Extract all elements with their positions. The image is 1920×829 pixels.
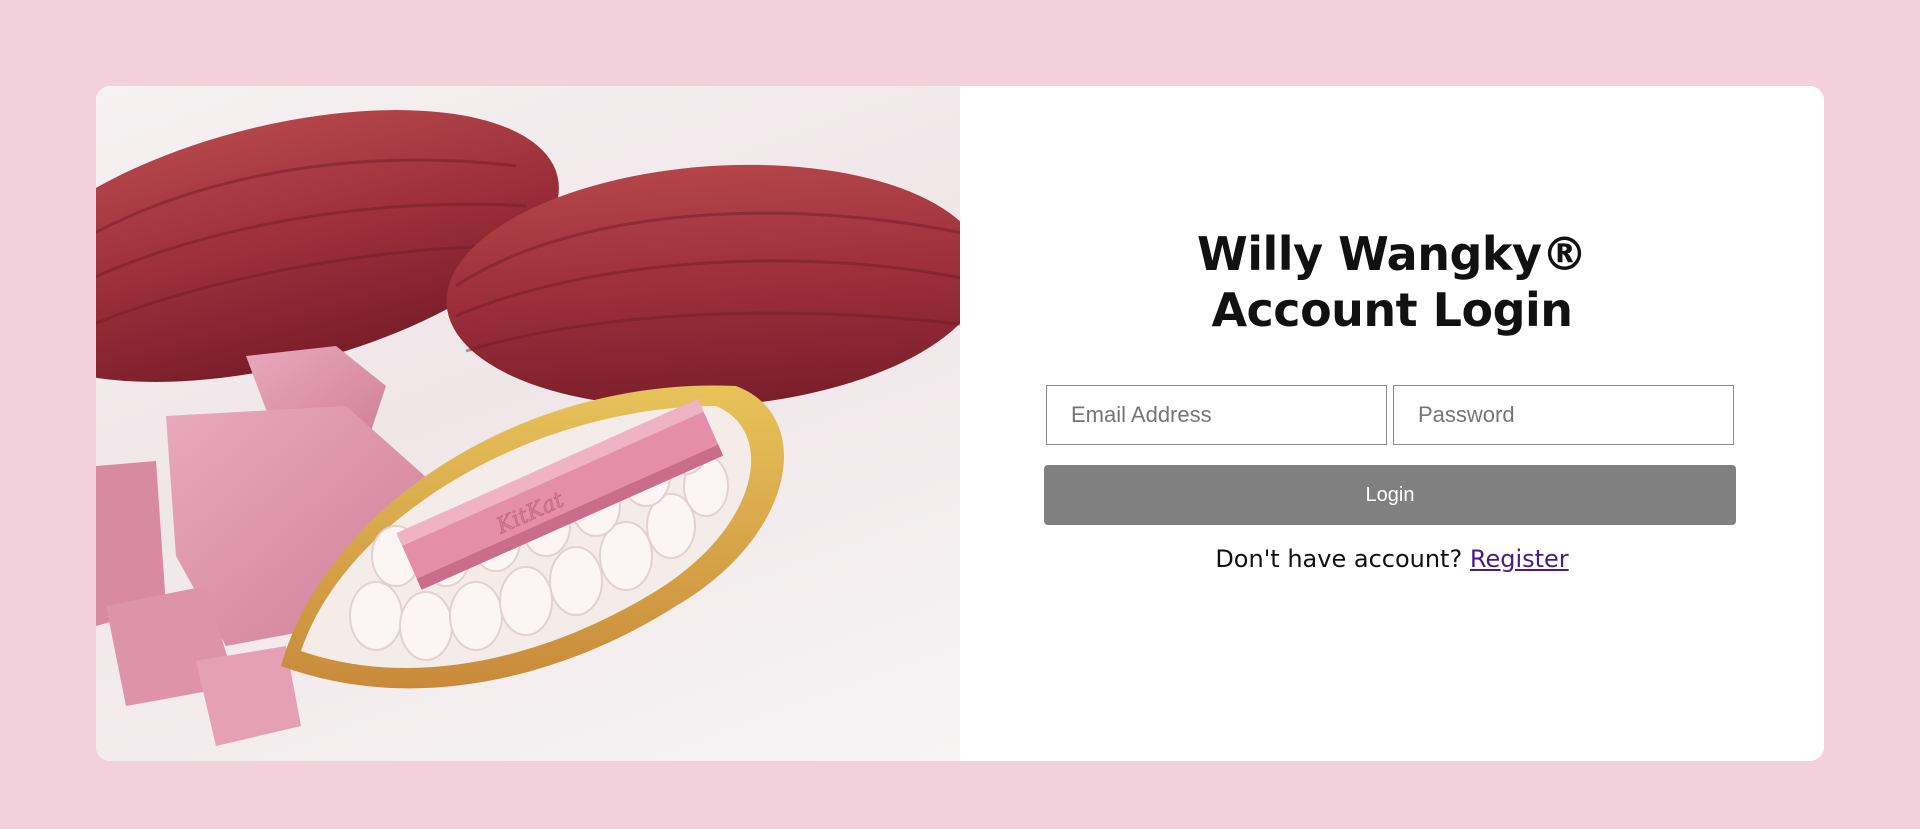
cocoa-pods-ruby-chocolate-image: KitKat (96, 110, 960, 746)
register-prompt-text: Don't have account? (1215, 545, 1463, 573)
login-button[interactable]: Login (1044, 465, 1736, 525)
password-field[interactable] (1393, 385, 1734, 445)
register-prompt-line: Don't have account? Register (960, 545, 1824, 573)
register-link[interactable]: Register (1470, 545, 1569, 573)
login-form-panel: Willy Wangky® Account Login Login Don't … (960, 86, 1824, 761)
hero-image: KitKat (96, 86, 960, 761)
login-card: KitKat Willy Wangky® Account Login Login… (96, 86, 1824, 761)
title-line-brand: Willy Wangky® (1197, 227, 1587, 281)
title-line-account-login: Account Login (1211, 283, 1573, 337)
page-title: Willy Wangky® Account Login (960, 226, 1824, 338)
email-field[interactable] (1046, 385, 1387, 445)
